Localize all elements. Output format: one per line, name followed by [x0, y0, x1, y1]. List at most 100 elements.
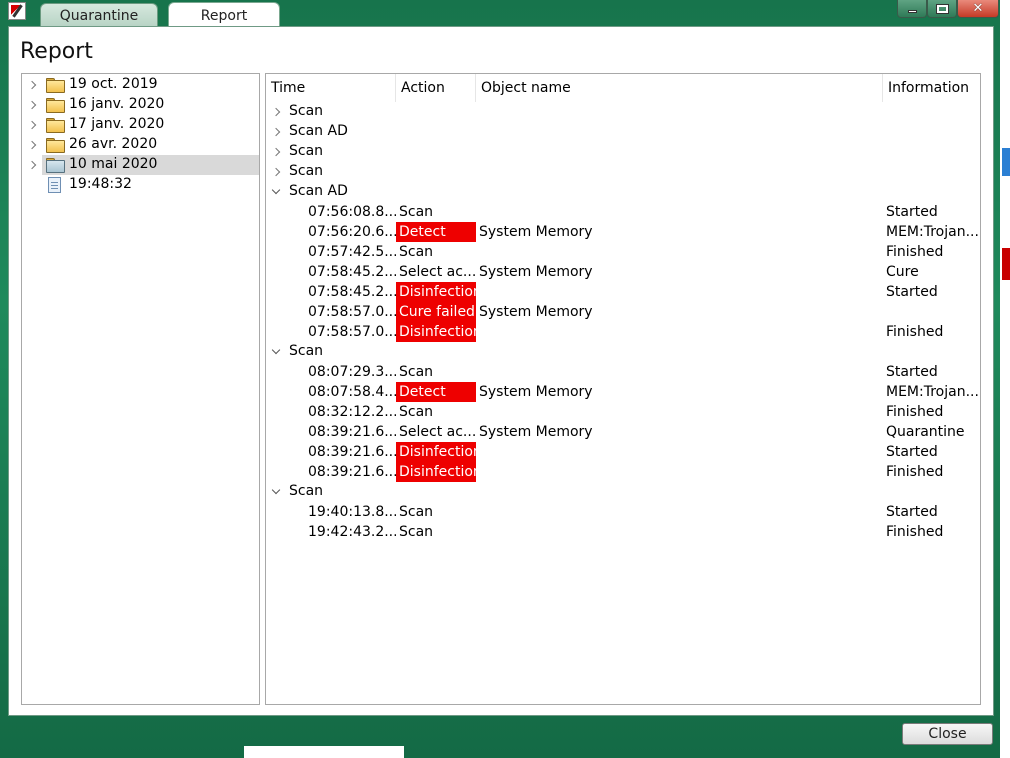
- report-event-row[interactable]: 08:07:29.3... Scan Started: [266, 362, 980, 382]
- report-event-row[interactable]: 07:57:42.5... Scan Finished: [266, 242, 980, 262]
- expand-chevron-icon[interactable]: [271, 107, 281, 117]
- date-tree[interactable]: 19 oct. 2019 16 janv. 2020 17 janv. 2020 26…: [21, 73, 260, 705]
- event-time: 08:39:21.6...: [308, 424, 396, 440]
- background-window-fragment: [244, 746, 404, 758]
- report-event-row[interactable]: 07:58:45.2... Select ac... System Memory Cu…: [266, 262, 980, 282]
- event-action: Select ac...: [399, 264, 476, 280]
- event-information: Finished: [886, 524, 944, 540]
- report-table[interactable]: Time Action Object name Information Scan…: [265, 73, 981, 705]
- event-object: [479, 322, 879, 342]
- column-header-information[interactable]: Information: [883, 74, 980, 102]
- expand-chevron-icon[interactable]: [27, 100, 37, 110]
- minimize-button[interactable]: [897, 0, 927, 18]
- collapse-chevron-icon[interactable]: [271, 347, 281, 357]
- report-group-row[interactable]: Scan AD: [266, 122, 980, 142]
- collapse-chevron-icon[interactable]: [271, 187, 281, 197]
- event-action: Detect: [396, 382, 476, 402]
- event-action: Scan: [399, 244, 434, 260]
- tab-label: Report: [200, 8, 248, 24]
- report-group-row[interactable]: Scan: [266, 482, 980, 502]
- report-group-row[interactable]: Scan: [266, 102, 980, 122]
- column-header-action[interactable]: Action: [396, 74, 476, 102]
- event-object: [479, 522, 879, 542]
- group-label: Scan: [289, 343, 324, 359]
- event-time: 07:58:45.2...: [308, 264, 396, 280]
- event-action: Disinfection: [396, 462, 476, 482]
- event-time: 08:07:58.4...: [308, 384, 396, 400]
- event-object: System Memory: [479, 304, 593, 320]
- group-label: Scan: [289, 143, 324, 159]
- folder-icon: [46, 118, 65, 133]
- expand-chevron-icon[interactable]: [271, 127, 281, 137]
- expand-chevron-icon[interactable]: [27, 120, 37, 130]
- event-information: Cure: [886, 264, 919, 280]
- report-event-row[interactable]: 19:40:13.8... Scan Started: [266, 502, 980, 522]
- report-event-row[interactable]: 07:56:20.6... Detect System Memory MEM:Troj…: [266, 222, 980, 242]
- report-event-row[interactable]: 08:39:21.6... Disinfection Finished: [266, 462, 980, 482]
- event-information: Finished: [886, 324, 944, 340]
- event-object: System Memory: [479, 264, 593, 280]
- event-time: 19:42:43.2...: [308, 524, 396, 540]
- expand-chevron-icon[interactable]: [27, 80, 37, 90]
- event-action: Scan: [399, 524, 434, 540]
- report-event-row[interactable]: 08:39:21.6... Disinfection Started: [266, 442, 980, 462]
- tree-item-label: 19:48:32: [69, 176, 132, 192]
- close-icon: ✕: [972, 1, 984, 16]
- window-frame: Quarantine Report ✕ Report 19 oct. 2019 1…: [0, 0, 1000, 758]
- event-object: [479, 242, 879, 262]
- folder-icon: [46, 158, 65, 173]
- folder-icon: [46, 98, 65, 113]
- column-header-object[interactable]: Object name: [476, 74, 883, 102]
- report-group-row[interactable]: Scan: [266, 342, 980, 362]
- maximize-button[interactable]: [927, 0, 957, 18]
- report-group-row[interactable]: Scan: [266, 162, 980, 182]
- event-object: [479, 282, 879, 302]
- event-information: Quarantine: [886, 424, 965, 440]
- minimize-icon: [907, 10, 917, 13]
- tree-item-label: 26 avr. 2020: [69, 136, 158, 152]
- page-title: Report: [20, 39, 93, 64]
- report-group-row[interactable]: Scan AD: [266, 182, 980, 202]
- close-button[interactable]: Close: [902, 723, 993, 745]
- event-time: 08:39:21.6...: [308, 464, 396, 480]
- event-time: 07:58:57.0...: [308, 304, 396, 320]
- collapse-chevron-icon[interactable]: [271, 487, 281, 497]
- tree-item-date[interactable]: 19 oct. 2019: [22, 75, 259, 95]
- report-event-row[interactable]: 08:39:21.6... Select ac... System Memory Qu…: [266, 422, 980, 442]
- expand-chevron-icon[interactable]: [27, 160, 37, 170]
- tab-quarantine[interactable]: Quarantine: [40, 3, 158, 27]
- event-object: [479, 502, 879, 522]
- report-event-row[interactable]: 07:56:08.8... Scan Started: [266, 202, 980, 222]
- report-event-row[interactable]: 07:58:57.0... Cure failed System Memory: [266, 302, 980, 322]
- event-object: [479, 462, 879, 482]
- group-label: Scan AD: [289, 183, 348, 199]
- report-group-row[interactable]: Scan: [266, 142, 980, 162]
- tab-report[interactable]: Report: [168, 2, 280, 29]
- event-information: Started: [886, 504, 938, 520]
- event-action: Disinfection: [396, 442, 476, 462]
- expand-chevron-icon[interactable]: [271, 147, 281, 157]
- tree-item-label: 19 oct. 2019: [69, 76, 158, 92]
- expand-chevron-icon[interactable]: [271, 167, 281, 177]
- background-window-accent: [1002, 248, 1010, 280]
- tree-item-date[interactable]: 26 avr. 2020: [22, 135, 259, 155]
- event-time: 07:56:20.6...: [308, 224, 396, 240]
- event-action: Detect: [396, 222, 476, 242]
- event-object: System Memory: [479, 224, 593, 240]
- tab-label: Quarantine: [59, 7, 139, 24]
- report-event-row[interactable]: 07:58:57.0... Disinfection Finished: [266, 322, 980, 342]
- event-object: [479, 402, 879, 422]
- report-event-row[interactable]: 19:42:43.2... Scan Finished: [266, 522, 980, 542]
- tree-item-date[interactable]: 16 janv. 2020: [22, 95, 259, 115]
- report-event-row[interactable]: 08:07:58.4... Detect System Memory MEM:Troj…: [266, 382, 980, 402]
- tree-item-report[interactable]: 19:48:32: [22, 175, 259, 195]
- event-time: 07:57:42.5...: [308, 244, 396, 260]
- close-window-button[interactable]: ✕: [957, 0, 999, 18]
- report-event-row[interactable]: 08:32:12.2... Scan Finished: [266, 402, 980, 422]
- column-header-time[interactable]: Time: [266, 74, 396, 102]
- expand-chevron-icon[interactable]: [27, 140, 37, 150]
- tree-item-date[interactable]: 10 mai 2020: [22, 155, 259, 175]
- tree-item-date[interactable]: 17 janv. 2020: [22, 115, 259, 135]
- app-logo-icon[interactable]: [8, 2, 26, 20]
- report-event-row[interactable]: 07:58:45.2... Disinfection Started: [266, 282, 980, 302]
